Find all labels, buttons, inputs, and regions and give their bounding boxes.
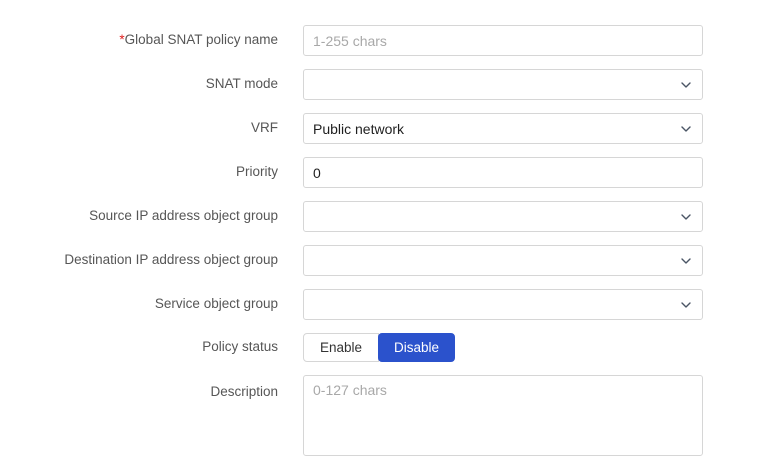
policy-name-label: *Global SNAT policy name bbox=[0, 32, 278, 48]
policy-name-input[interactable] bbox=[303, 25, 703, 56]
source-ip-group-label: Source IP address object group bbox=[0, 208, 278, 224]
destination-ip-group-label: Destination IP address object group bbox=[0, 252, 278, 268]
enable-button[interactable]: Enable bbox=[303, 333, 379, 362]
chevron-down-icon bbox=[679, 78, 693, 92]
source-ip-group-select[interactable] bbox=[303, 201, 703, 232]
vrf-selected-value: Public network bbox=[313, 121, 404, 137]
snat-policy-page: *Global SNAT policy name SNAT mode VRF P… bbox=[0, 0, 759, 473]
form-row-priority: Priority bbox=[0, 157, 759, 188]
chevron-down-icon bbox=[679, 210, 693, 224]
form-row-destination-ip-group: Destination IP address object group bbox=[0, 245, 759, 276]
form-row-source-ip-group: Source IP address object group bbox=[0, 201, 759, 232]
form-row-service-group: Service object group bbox=[0, 289, 759, 320]
form-row-policy-status: Policy status Enable Disable bbox=[0, 333, 759, 362]
service-group-select[interactable] bbox=[303, 289, 703, 320]
priority-label: Priority bbox=[0, 164, 278, 180]
priority-input[interactable] bbox=[303, 157, 703, 188]
chevron-down-icon bbox=[679, 122, 693, 136]
form-row-policy-name: *Global SNAT policy name bbox=[0, 25, 759, 56]
description-textarea[interactable] bbox=[303, 375, 703, 456]
service-group-label: Service object group bbox=[0, 296, 278, 312]
snat-policy-form: *Global SNAT policy name SNAT mode VRF P… bbox=[0, 0, 759, 456]
description-label: Description bbox=[0, 375, 278, 400]
snat-mode-select[interactable] bbox=[303, 69, 703, 100]
form-row-description: Description bbox=[0, 375, 759, 456]
destination-ip-group-select[interactable] bbox=[303, 245, 703, 276]
snat-mode-label: SNAT mode bbox=[0, 76, 278, 92]
policy-status-toggle: Enable Disable bbox=[303, 333, 455, 362]
form-row-snat-mode: SNAT mode bbox=[0, 69, 759, 100]
vrf-select[interactable]: Public network bbox=[303, 113, 703, 144]
vrf-label: VRF bbox=[0, 120, 278, 136]
chevron-down-icon bbox=[679, 298, 693, 312]
chevron-down-icon bbox=[679, 254, 693, 268]
policy-name-label-text: Global SNAT policy name bbox=[125, 32, 278, 47]
disable-button[interactable]: Disable bbox=[378, 333, 455, 362]
form-row-vrf: VRF Public network bbox=[0, 113, 759, 144]
policy-status-label: Policy status bbox=[0, 339, 278, 355]
